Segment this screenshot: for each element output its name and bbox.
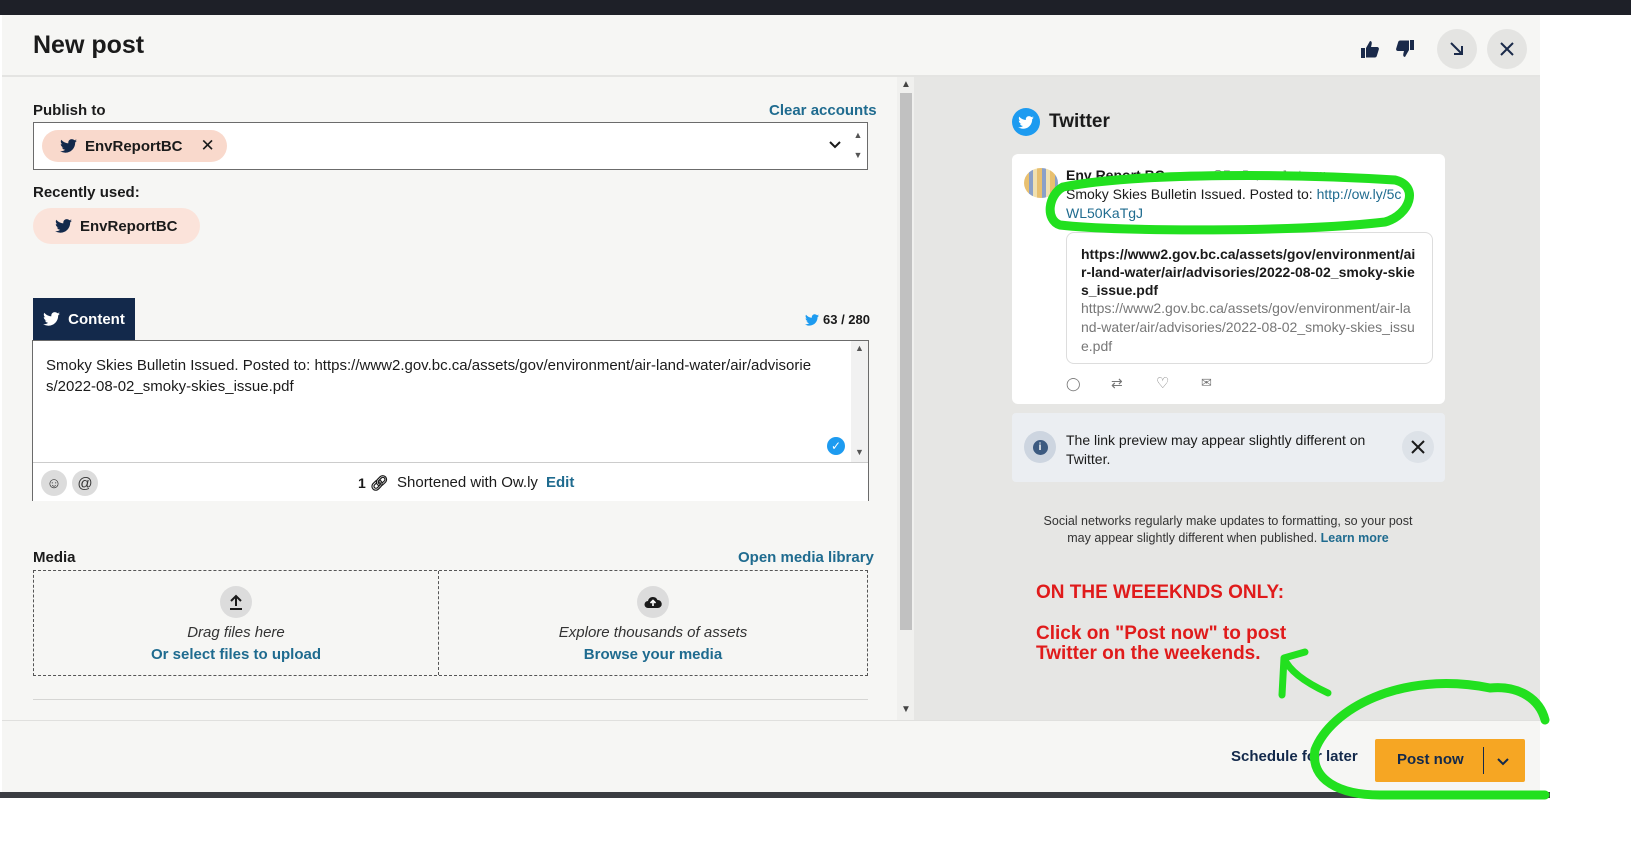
dismiss-notice-button[interactable] [1402, 431, 1434, 463]
section-divider [33, 699, 868, 700]
scroll-up-arrow[interactable]: ▲ [901, 79, 911, 90]
share-icon: ✉ [1201, 375, 1212, 390]
char-count-value: 63 / 280 [823, 312, 870, 327]
modal-footer: Schedule for later Post now [2, 720, 1540, 792]
twitter-icon [805, 313, 819, 326]
char-counter: 63 / 280 [805, 312, 870, 327]
compose-pane: Publish to Clear accounts EnvReportBC ✕ … [2, 77, 914, 720]
schedule-later-button[interactable]: Schedule for later [1231, 748, 1358, 765]
content-text[interactable]: Smoky Skies Bulletin Issued. Posted to: … [46, 355, 816, 397]
avatar [1024, 168, 1058, 198]
upload-icon [220, 586, 252, 618]
thumbs-up-icon[interactable] [1350, 29, 1390, 69]
remove-account-icon[interactable]: ✕ [201, 136, 215, 156]
browse-media-link[interactable]: Browse your media [439, 646, 867, 663]
selected-account-name: EnvReportBC [85, 137, 183, 155]
thumbs-down-icon[interactable] [1385, 29, 1425, 69]
annotation-line-1: Click on "Post now" to post [1036, 623, 1287, 644]
tab-content-label: Content [68, 310, 125, 328]
window-top-strip [0, 0, 1631, 15]
link-preview-notice: i The link preview may appear slightly d… [1012, 413, 1445, 482]
link-card-url: https://www2.gov.bc.ca/assets/gov/enviro… [1081, 300, 1415, 354]
learn-more-link[interactable]: Learn more [1321, 531, 1389, 545]
network-header: Twitter [1012, 108, 1110, 136]
emoji-icon[interactable]: ☺ [41, 470, 67, 496]
close-button[interactable] [1487, 29, 1527, 69]
content-textarea[interactable]: Smoky Skies Bulletin Issued. Posted to: … [32, 340, 869, 501]
info-icon: i [1024, 431, 1056, 463]
tweet-preview-card: Env Report BC @EnvRep... • Just now Smok… [1012, 154, 1445, 404]
page-title: New post [33, 31, 145, 59]
recently-used-label: Recently used: [33, 184, 140, 201]
twitter-icon [43, 312, 61, 326]
selected-account-chip: EnvReportBC ✕ [42, 130, 227, 162]
textarea-toolbar: ☺ @ 1 🔗︎ Shortened with Ow.ly Edit [33, 462, 868, 501]
recent-account-name: EnvReportBC [80, 217, 178, 235]
minimize-button[interactable] [1437, 29, 1477, 69]
link-card-title: https://www2.gov.bc.ca/assets/gov/enviro… [1081, 246, 1416, 298]
new-post-modal: New post Publish to Clear accounts EnvRe… [2, 15, 1540, 792]
shortened-label: Shortened with Ow.ly [397, 474, 538, 491]
tab-content[interactable]: Content [33, 298, 135, 340]
select-files-link[interactable]: Or select files to upload [34, 646, 438, 663]
notice-text: The link preview may appear slightly dif… [1066, 432, 1366, 467]
like-icon: ♡ [1156, 375, 1170, 392]
open-media-library-link[interactable]: Open media library [738, 549, 874, 566]
modal-header: New post [2, 15, 1540, 77]
twitter-icon [60, 139, 77, 153]
button-divider [1483, 747, 1484, 774]
clear-accounts-link[interactable]: Clear accounts [769, 102, 877, 119]
post-now-split-button: Post now [1375, 739, 1525, 782]
chevron-down-icon[interactable] [829, 137, 841, 155]
twitter-icon [55, 219, 72, 233]
scroll-thumb[interactable] [900, 93, 912, 630]
textarea-scrollbar[interactable]: ▲ ▼ [851, 341, 868, 462]
browse-zone[interactable]: Explore thousands of assets Browse your … [439, 571, 867, 675]
preview-pane: Twitter Env Report BC @EnvRep... • Just … [914, 77, 1540, 720]
media-label: Media [33, 549, 76, 566]
publish-to-select[interactable]: EnvReportBC ✕ ▲ ▼ [33, 122, 868, 170]
post-options-chevron-icon[interactable] [1497, 754, 1509, 772]
author-handle: @EnvRep... • Just now [1212, 169, 1325, 181]
explore-assets-text: Explore thousands of assets [558, 624, 748, 641]
media-dropzone[interactable]: Drag files here Or select files to uploa… [33, 570, 868, 676]
tweet-text: Smoky Skies Bulletin Issued. Posted to: … [1066, 185, 1406, 223]
recent-account-chip[interactable]: EnvReportBC [33, 208, 200, 244]
link-count: 1 🔗︎ [358, 474, 389, 492]
upload-zone[interactable]: Drag files here Or select files to uploa… [34, 571, 439, 675]
compose-scrollbar[interactable]: ▲ ▼ [897, 77, 915, 720]
drag-files-text: Drag files here [187, 624, 285, 641]
retweet-icon: ⇄ [1111, 375, 1123, 391]
post-now-button[interactable]: Post now [1397, 751, 1464, 768]
network-name: Twitter [1049, 111, 1110, 132]
disclaimer-text: Social networks regularly make updates t… [1032, 513, 1424, 547]
tweet-plain-text: Smoky Skies Bulletin Issued. Posted to: [1066, 186, 1317, 202]
window-bottom-strip [0, 792, 1550, 798]
annotation-heading: ON THE WEEEKNDS ONLY: [1036, 582, 1285, 603]
scroll-down-arrow[interactable]: ▼ [901, 704, 911, 715]
annotation-line-2: Twitter on the weekends. [1036, 643, 1261, 664]
mention-icon[interactable]: @ [72, 470, 98, 496]
select-scroll-arrows: ▲ ▼ [853, 130, 863, 160]
publish-to-label: Publish to [33, 102, 106, 119]
cloud-upload-icon [637, 586, 669, 618]
reply-icon: ◯ [1066, 376, 1081, 391]
author-name: Env Report BC [1066, 167, 1165, 183]
twitter-logo-icon [1012, 108, 1040, 136]
grammar-check-icon[interactable]: ✓ [827, 437, 845, 455]
link-count-value: 1 [358, 475, 366, 491]
edit-shortener-link[interactable]: Edit [546, 474, 574, 491]
link-icon: 🔗︎ [369, 475, 389, 492]
link-preview-card[interactable]: https://www2.gov.bc.ca/assets/gov/enviro… [1066, 232, 1433, 364]
